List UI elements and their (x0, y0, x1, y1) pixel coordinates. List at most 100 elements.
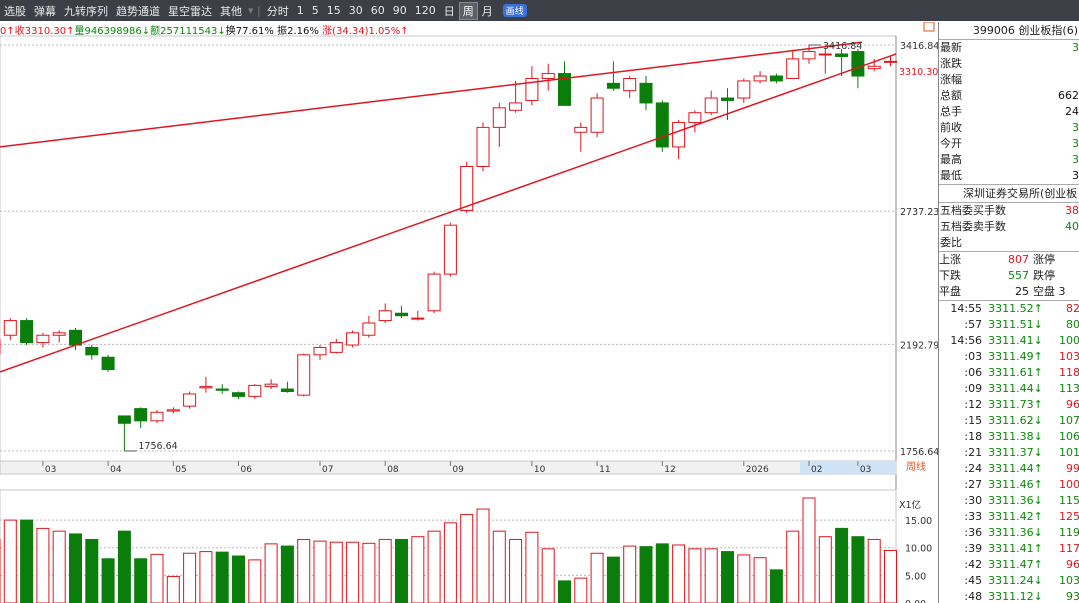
breadth-limit-label: 涨停 (1033, 253, 1055, 266)
bid-row: 委比 (939, 235, 1079, 251)
stat-value: 3 (1072, 121, 1079, 134)
market-breadth: 上涨 807 涨停 下跌 557 跌停 平盘 25 空盘 3 (939, 252, 1079, 300)
tick-time: :06 (964, 366, 983, 379)
breadth-count: 557 (1008, 269, 1029, 282)
stat-label: 总额 (940, 89, 962, 102)
tick-price: 3311.41↑ (988, 542, 1043, 555)
volume-bar (378, 538, 392, 603)
turnover-value: 换77.61% (225, 26, 274, 37)
candle-body (753, 75, 767, 82)
breadth-limit-label: 跌停 (1033, 269, 1055, 282)
tick-time: :18 (964, 430, 983, 443)
volume-bar (264, 543, 278, 603)
tick-price: 3311.51↓ (988, 318, 1043, 331)
toolbar-item-16[interactable]: 月 (478, 3, 497, 19)
time-tick-label: 11 (599, 465, 610, 475)
tick-time: :09 (964, 382, 983, 395)
draw-tool-button[interactable]: 画线 (502, 4, 527, 17)
tick-volume: 115 (1059, 494, 1079, 507)
stat-value: 662 (1058, 89, 1079, 102)
candle-body (346, 332, 360, 346)
toolbar-item-5[interactable]: 其他 (216, 3, 246, 19)
candle-body (280, 388, 294, 392)
tick-volume: 118 (1059, 366, 1079, 379)
breadth-label: 平盘 (939, 285, 961, 298)
tick-list[interactable]: 14:55 3311.52↑ 82:57 3311.51↓ 80 14:56 3311.41… (939, 301, 1079, 603)
volume-bar (623, 545, 637, 603)
tick-time: :12 (964, 398, 983, 411)
volume-bar (492, 530, 506, 603)
toolbar-item-11[interactable]: 60 (367, 4, 389, 17)
price-tick-label: 3416.84 (900, 41, 938, 52)
stat-value: 3 (1072, 137, 1079, 150)
candle-body (492, 107, 506, 128)
volume-tick-label: 5.00 (905, 571, 926, 582)
breadth-label: 下跌 (939, 269, 961, 282)
tick-volume: 96 (1066, 398, 1079, 411)
volume-bar (835, 527, 849, 603)
candle-body (362, 322, 376, 336)
tick-row: :12 3311.73↑ 96 (939, 397, 1079, 413)
tick-volume: 100 (1059, 478, 1079, 491)
volume-value: 量946398986↓ (74, 26, 151, 37)
volume-bar (753, 557, 767, 603)
tick-volume: 96 (1066, 558, 1079, 571)
toolbar-item-2[interactable]: 九转序列 (60, 3, 112, 19)
tick-row: :21 3311.37↓ 101 (939, 445, 1079, 461)
low-annotation: 1756.64 (138, 441, 177, 452)
volume-bar (737, 554, 751, 603)
chevron-down-icon[interactable]: ▾ | (246, 4, 263, 17)
candle-body (36, 334, 50, 344)
volume-bar (313, 540, 327, 603)
toolbar-item-10[interactable]: 30 (345, 4, 367, 17)
candlestick-chart[interactable]: 3416.84 2737.23 2192.79 1756.64 3310.30 03 04 0… (0, 22, 938, 603)
breadth-count: 807 (1008, 253, 1029, 266)
tick-time: :30 (964, 494, 983, 507)
toolbar-item-13[interactable]: 120 (411, 4, 440, 17)
candle-body (688, 112, 702, 123)
stat-row: 最低 3 (939, 168, 1079, 184)
volume-bar (297, 538, 311, 603)
volume-bar (639, 546, 653, 603)
tick-time: :15 (964, 414, 983, 427)
candle-body (623, 77, 637, 92)
stat-label: 最高 (940, 153, 962, 166)
bid-row: 五档委买手数 38 (939, 203, 1079, 219)
tick-price: 3311.41↓ (988, 334, 1043, 347)
toolbar-item-12[interactable]: 90 (389, 4, 411, 17)
toolbar-item-9[interactable]: 15 (323, 4, 345, 17)
time-tick-label: 04 (110, 465, 122, 475)
time-tick-label: 08 (387, 465, 399, 475)
candle-body (541, 73, 555, 79)
stat-label: 涨跌 (940, 57, 962, 70)
tick-row: :42 3311.47↑ 96 (939, 557, 1079, 573)
price-tick-label: 1756.64 (900, 447, 938, 458)
volume-bar (460, 514, 474, 603)
candle-body (802, 51, 816, 60)
toolbar-item-4[interactable]: 星空雷达 (164, 3, 216, 19)
toolbar-item-7[interactable]: 1 (293, 4, 308, 17)
tick-time: 14:56 (950, 334, 983, 347)
toolbar-item-3[interactable]: 趋势通道 (112, 3, 164, 19)
toolbar-item-6[interactable]: 分时 (263, 3, 293, 19)
toolbar-item-14[interactable]: 日 (440, 3, 459, 19)
candle-body (378, 310, 392, 322)
volume-bar (411, 536, 425, 603)
tick-volume: 117 (1059, 542, 1079, 555)
volume-bar (688, 548, 702, 603)
toolbar-item-1[interactable]: 弹幕 (30, 3, 60, 19)
tick-volume: 80 (1066, 318, 1079, 331)
tick-volume: 93 (1066, 590, 1079, 603)
volume-bar (574, 577, 588, 603)
toolbar-item-15[interactable]: 周 (458, 1, 478, 20)
tick-time: 14:55 (950, 302, 983, 315)
toolbar-item-8[interactable]: 5 (308, 4, 323, 17)
volume-bar (215, 551, 229, 603)
tick-price: 3311.37↓ (988, 446, 1043, 459)
stat-value: 3 (1072, 153, 1079, 166)
volume-bar (346, 541, 360, 603)
bid-label: 五档委卖手数 (940, 220, 1006, 233)
tick-price: 3311.36↓ (988, 526, 1043, 539)
toolbar-item-0[interactable]: 选股 (0, 3, 30, 19)
volume-bar (395, 538, 408, 603)
